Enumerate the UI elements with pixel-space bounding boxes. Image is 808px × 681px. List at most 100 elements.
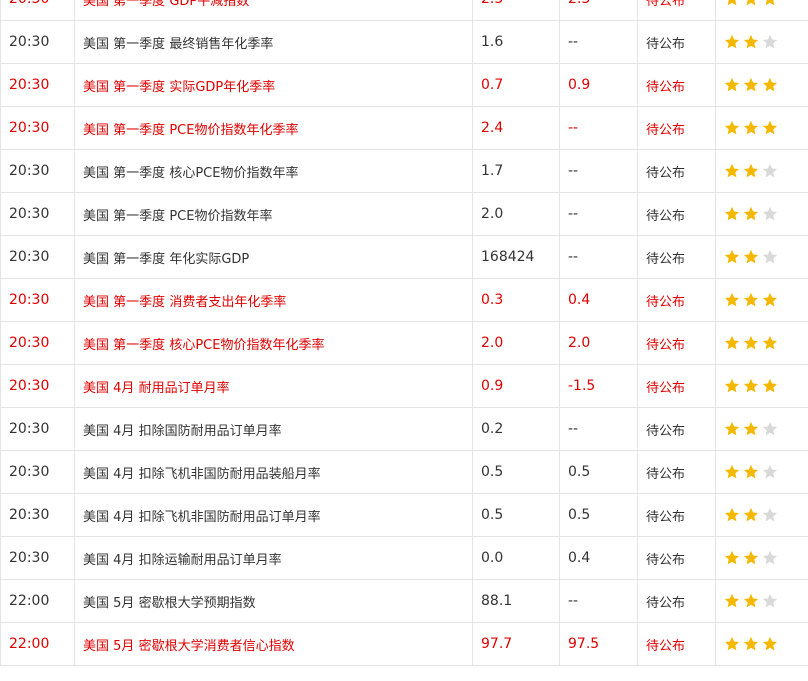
table-row[interactable]: 20:30 美国 第一季度 PCE物价指数年率 2.0 -- 待公布 bbox=[0, 192, 808, 236]
actual-value-cell: 待公布 bbox=[637, 235, 716, 279]
importance-rating bbox=[715, 63, 808, 107]
star-empty-icon bbox=[762, 249, 778, 265]
period-label: 第一季度 bbox=[113, 165, 166, 181]
forecast-value-cell: 0.4 bbox=[559, 278, 638, 322]
star-empty-icon bbox=[762, 163, 778, 179]
forecast-value-cell: -1.5 bbox=[559, 364, 638, 408]
period-label: 5月 bbox=[113, 595, 135, 611]
table-row[interactable]: 22:00 美国 5月 密歇根大学消费者信心指数 97.7 97.5 待公布 bbox=[0, 622, 808, 666]
table-row[interactable]: 20:30 美国 第一季度 核心PCE物价指数年率 1.7 -- 待公布 bbox=[0, 149, 808, 193]
star-empty-icon bbox=[762, 593, 778, 609]
star-rating bbox=[724, 163, 778, 179]
actual-value-cell: 待公布 bbox=[637, 493, 716, 537]
event-cell: 美国 5月 密歇根大学消费者信心指数 bbox=[74, 622, 473, 666]
time-cell: 20:30 bbox=[0, 149, 75, 193]
star-filled-icon bbox=[724, 636, 740, 652]
importance-rating bbox=[715, 235, 808, 279]
country-label: 美国 bbox=[83, 208, 110, 224]
previous-value-cell: 2.0 bbox=[472, 321, 560, 365]
time-cell: 22:00 bbox=[0, 579, 75, 623]
time-cell: 20:30 bbox=[0, 235, 75, 279]
star-filled-icon bbox=[724, 550, 740, 566]
star-filled-icon bbox=[724, 421, 740, 437]
star-filled-icon bbox=[762, 77, 778, 93]
importance-rating bbox=[715, 149, 808, 193]
table-row[interactable]: 20:30 美国 第一季度 实际GDP年化季率 0.7 0.9 待公布 bbox=[0, 63, 808, 107]
country-label: 美国 bbox=[83, 380, 110, 396]
table-row[interactable]: 20:30 美国 4月 扣除运输耐用品订单月率 0.0 0.4 待公布 bbox=[0, 536, 808, 580]
country-label: 美国 bbox=[83, 79, 110, 95]
table-row[interactable]: 20:30 美国 第一季度 核心PCE物价指数年化季率 2.0 2.0 待公布 bbox=[0, 321, 808, 365]
star-filled-icon bbox=[743, 636, 759, 652]
event-cell: 美国 4月 耐用品订单月率 bbox=[74, 364, 473, 408]
importance-rating bbox=[715, 579, 808, 623]
table-row[interactable]: 20:30 美国 第一季度 消费者支出年化季率 0.3 0.4 待公布 bbox=[0, 278, 808, 322]
star-filled-icon bbox=[724, 464, 740, 480]
time-cell: 20:30 bbox=[0, 364, 75, 408]
star-rating bbox=[724, 77, 778, 93]
event-cell: 美国 第一季度 核心PCE物价指数年化季率 bbox=[74, 321, 473, 365]
actual-value-cell: 待公布 bbox=[637, 321, 716, 365]
actual-value-cell: 待公布 bbox=[637, 63, 716, 107]
actual-value-cell: 待公布 bbox=[637, 579, 716, 623]
event-cell: 美国 第一季度 最终销售年化季率 bbox=[74, 20, 473, 64]
star-filled-icon bbox=[743, 292, 759, 308]
star-filled-icon bbox=[743, 421, 759, 437]
period-label: 第一季度 bbox=[113, 0, 166, 9]
indicator-label: 核心PCE物价指数年率 bbox=[169, 165, 299, 181]
period-label: 第一季度 bbox=[113, 122, 166, 138]
indicator-label: 扣除飞机非国防耐用品装船月率 bbox=[138, 466, 321, 482]
time-cell: 20:30 bbox=[0, 321, 75, 365]
indicator-label: 耐用品订单月率 bbox=[138, 380, 230, 396]
forecast-value-cell: 2.0 bbox=[559, 321, 638, 365]
previous-value-cell: 0.5 bbox=[472, 450, 560, 494]
time-cell: 20:30 bbox=[0, 0, 75, 21]
table-row[interactable]: 20:30 美国 4月 扣除飞机非国防耐用品订单月率 0.5 0.5 待公布 bbox=[0, 493, 808, 537]
table-row[interactable]: 20:30 美国 4月 扣除飞机非国防耐用品装船月率 0.5 0.5 待公布 bbox=[0, 450, 808, 494]
period-label: 4月 bbox=[113, 552, 135, 568]
forecast-value-cell: 0.9 bbox=[559, 63, 638, 107]
country-label: 美国 bbox=[83, 36, 110, 52]
country-label: 美国 bbox=[83, 638, 110, 654]
table-row[interactable]: 20:30美国 第一季度 GDP平减指数2.32.3待公布 bbox=[0, 0, 808, 21]
actual-value-cell: 待公布 bbox=[637, 407, 716, 451]
previous-value-cell: 1.6 bbox=[472, 20, 560, 64]
event-cell: 美国 第一季度 核心PCE物价指数年率 bbox=[74, 149, 473, 193]
event-cell: 美国 第一季度 年化实际GDP bbox=[74, 235, 473, 279]
star-filled-icon bbox=[724, 335, 740, 351]
country-label: 美国 bbox=[83, 595, 110, 611]
country-label: 美国 bbox=[83, 337, 110, 353]
table-row[interactable]: 20:30 美国 第一季度 年化实际GDP 168424 -- 待公布 bbox=[0, 235, 808, 279]
star-filled-icon bbox=[724, 0, 740, 7]
indicator-label: 扣除运输耐用品订单月率 bbox=[138, 552, 282, 568]
time-cell: 20:30 bbox=[0, 450, 75, 494]
star-empty-icon bbox=[762, 464, 778, 480]
star-filled-icon bbox=[724, 249, 740, 265]
indicator-label: 消费者支出年化季率 bbox=[169, 294, 287, 310]
actual-value-cell: 待公布 bbox=[637, 278, 716, 322]
table-row[interactable]: 22:00 美国 5月 密歇根大学预期指数 88.1 -- 待公布 bbox=[0, 579, 808, 623]
star-filled-icon bbox=[743, 163, 759, 179]
indicator-label: PCE物价指数年率 bbox=[169, 208, 273, 224]
table-row[interactable]: 20:30 美国 第一季度 最终销售年化季率 1.6 -- 待公布 bbox=[0, 20, 808, 64]
actual-value-cell: 待公布 bbox=[637, 450, 716, 494]
indicator-label: 实际GDP年化季率 bbox=[169, 79, 276, 95]
event-cell: 美国 第一季度 PCE物价指数年率 bbox=[74, 192, 473, 236]
indicator-label: PCE物价指数年化季率 bbox=[169, 122, 299, 138]
table-row[interactable]: 20:30 美国 4月 耐用品订单月率 0.9 -1.5 待公布 bbox=[0, 364, 808, 408]
table-row[interactable]: 20:30 美国 4月 扣除国防耐用品订单月率 0.2 -- 待公布 bbox=[0, 407, 808, 451]
previous-value-cell: 1.7 bbox=[472, 149, 560, 193]
previous-value-cell: 88.1 bbox=[472, 579, 560, 623]
period-label: 第一季度 bbox=[113, 36, 166, 52]
time-cell: 20:30 bbox=[0, 106, 75, 150]
table-row[interactable]: 20:30 美国 第一季度 PCE物价指数年化季率 2.4 -- 待公布 bbox=[0, 106, 808, 150]
calendar-body: 20:30美国 第一季度 GDP平减指数2.32.3待公布20:30美国 第一季… bbox=[0, 0, 808, 666]
star-empty-icon bbox=[762, 507, 778, 523]
star-rating bbox=[724, 292, 778, 308]
star-rating bbox=[724, 507, 778, 523]
forecast-value-cell: -- bbox=[559, 235, 638, 279]
importance-rating bbox=[715, 364, 808, 408]
previous-value-cell: 2.4 bbox=[472, 106, 560, 150]
star-filled-icon bbox=[724, 593, 740, 609]
importance-rating bbox=[715, 0, 808, 21]
